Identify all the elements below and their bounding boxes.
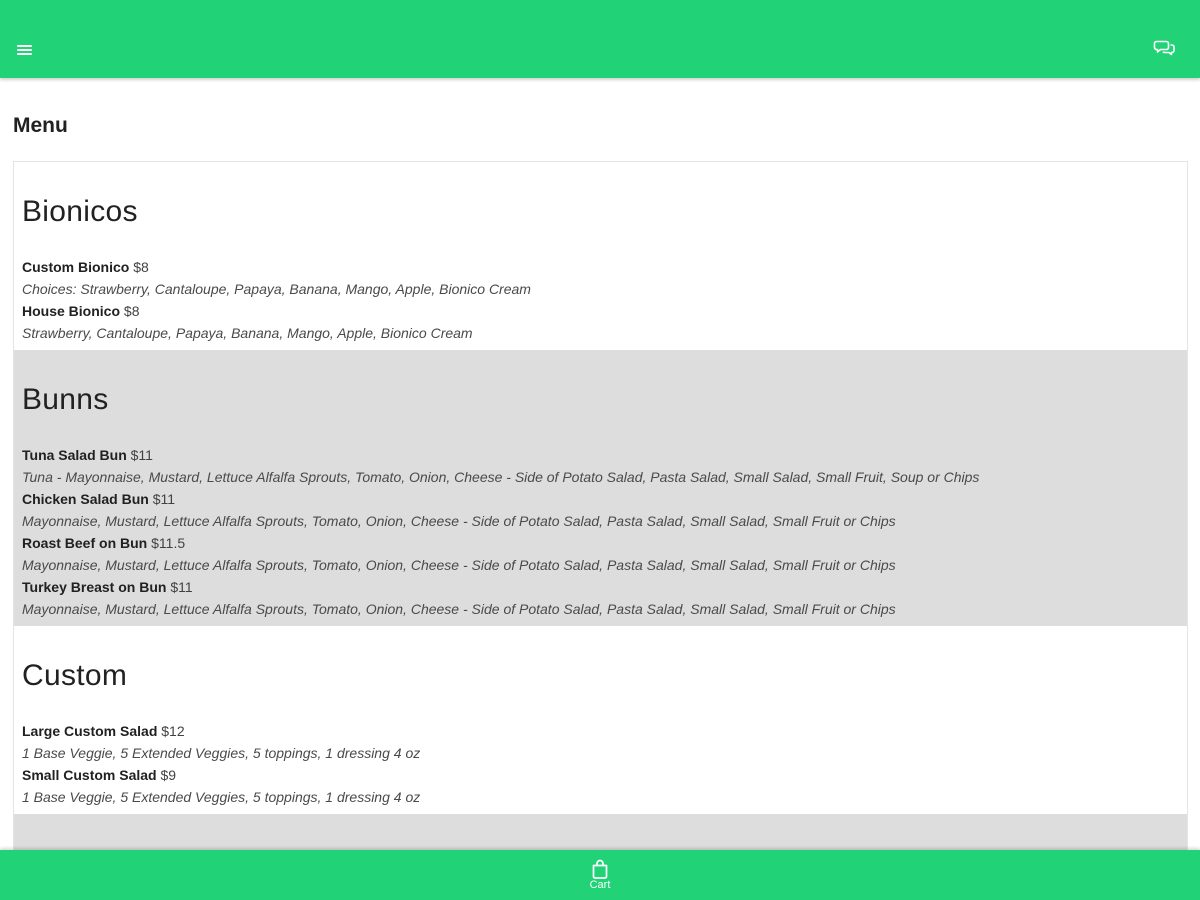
menu-item[interactable]: Roast Beef on Bun $11.5 Mayonnaise, Must… <box>22 532 979 576</box>
item-name: Custom Bionico <box>22 259 130 275</box>
item-description: Mayonnaise, Mustard, Lettuce Alfalfa Spr… <box>22 601 896 617</box>
item-name: House Bionico <box>22 303 121 319</box>
section-title: Bunns <box>22 383 109 416</box>
app-header <box>0 0 1200 78</box>
item-description: Tuna - Mayonnaise, Mustard, Lettuce Alfa… <box>22 469 980 485</box>
item-description: Mayonnaise, Mustard, Lettuce Alfalfa Spr… <box>22 557 896 573</box>
menu-item[interactable]: Chicken Salad Bun $11 Mayonnaise, Mustar… <box>22 488 979 532</box>
section-title: Custom <box>22 659 128 692</box>
hamburger-icon <box>17 45 32 47</box>
item-price: $8 <box>123 303 140 319</box>
menu-card: Bionicos Custom Bionico $8 Choices: Stra… <box>13 161 1188 850</box>
item-price: $9 <box>160 767 177 783</box>
menu-section-custom: Custom Large Custom Salad $12 1 Base Veg… <box>14 626 1187 814</box>
menu-section-bionicos: Bionicos Custom Bionico $8 Choices: Stra… <box>14 162 1187 350</box>
shopping-bag-icon <box>592 859 608 879</box>
item-price: $11 <box>152 491 176 507</box>
item-name: Turkey Breast on Bun <box>22 579 167 595</box>
item-name: Tuna Salad Bun <box>22 447 127 463</box>
item-description: Strawberry, Cantaloupe, Papaya, Banana, … <box>22 325 473 341</box>
section-title: Bionicos <box>22 195 138 228</box>
item-price: $12 <box>161 723 185 739</box>
menu-item[interactable]: Custom Bionico $8 Choices: Strawberry, C… <box>22 256 531 300</box>
chat-icon <box>1153 40 1175 56</box>
item-name: Roast Beef on Bun <box>22 535 148 551</box>
item-description: Choices: Strawberry, Cantaloupe, Papaya,… <box>22 281 531 297</box>
cart-label: Cart <box>589 879 611 891</box>
item-price: $11 <box>170 579 193 595</box>
menu-section-bunns: Bunns Tuna Salad Bun $11 Tuna - Mayonnai… <box>14 350 1187 626</box>
menu-item[interactable]: Small Custom Salad $9 1 Base Veggie, 5 E… <box>22 764 420 808</box>
item-price: $11 <box>130 447 153 463</box>
item-description: 1 Base Veggie, 5 Extended Veggies, 5 top… <box>22 745 421 761</box>
bottom-nav: Cart <box>0 850 1200 900</box>
item-price: $8 <box>133 259 149 275</box>
chat-button[interactable] <box>1153 38 1177 58</box>
item-name: Large Custom Salad <box>22 723 158 739</box>
item-description: 1 Base Veggie, 5 Extended Veggies, 5 top… <box>22 789 421 805</box>
item-description: Mayonnaise, Mustard, Lettuce Alfalfa Spr… <box>22 513 896 529</box>
item-price: $11.5 <box>151 535 186 551</box>
cart-button[interactable]: Cart <box>575 858 625 898</box>
menu-section-next <box>14 814 1187 850</box>
page-title: Menu <box>13 114 68 137</box>
main-content[interactable]: Menu Bionicos Custom Bionico $8 Choices:… <box>0 78 1200 850</box>
menu-item[interactable]: Large Custom Salad $12 1 Base Veggie, 5 … <box>22 720 420 764</box>
item-name: Chicken Salad Bun <box>22 491 149 507</box>
menu-button[interactable] <box>15 42 35 58</box>
menu-item[interactable]: Tuna Salad Bun $11 Tuna - Mayonnaise, Mu… <box>22 444 979 488</box>
item-name: Small Custom Salad <box>22 767 157 783</box>
menu-item[interactable]: Turkey Breast on Bun $11 Mayonnaise, Mus… <box>22 576 979 620</box>
menu-item[interactable]: House Bionico $8 Strawberry, Cantaloupe,… <box>22 300 531 344</box>
